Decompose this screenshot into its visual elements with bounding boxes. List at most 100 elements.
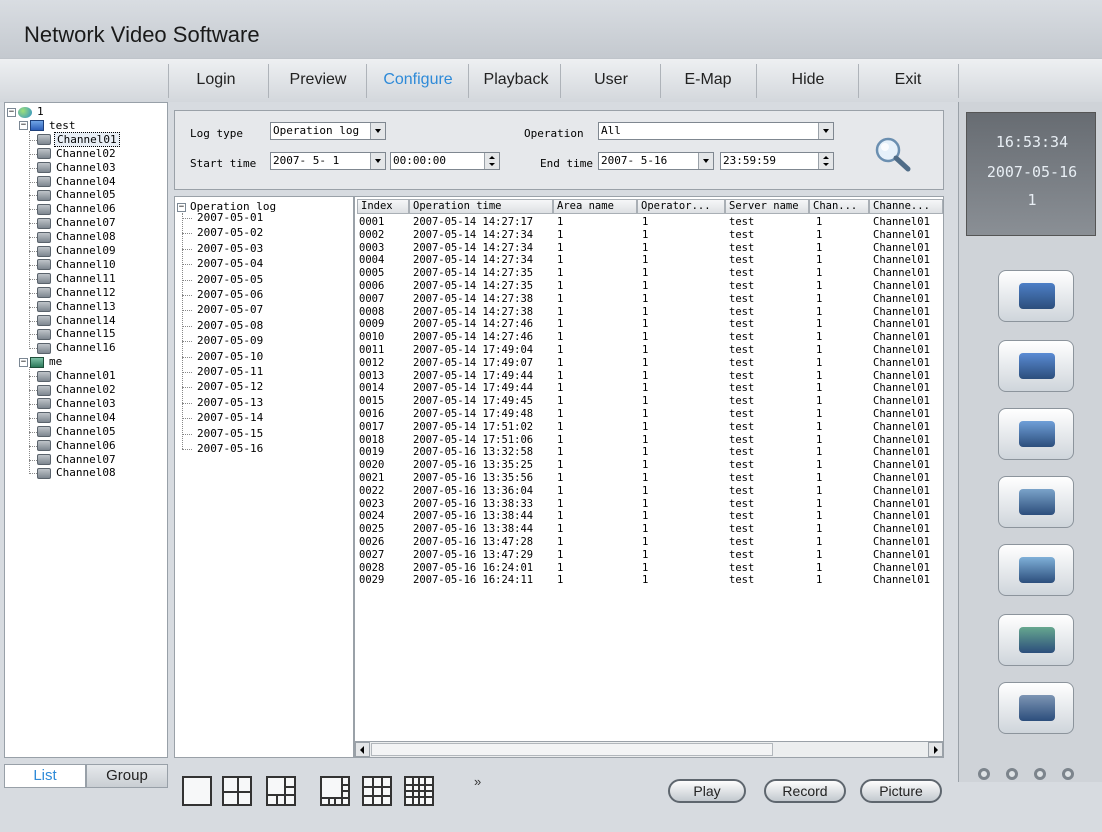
layout-2x2-button[interactable] (222, 776, 252, 806)
tree-channel[interactable]: Channel04 (37, 411, 118, 425)
record-button[interactable]: Record (764, 779, 846, 803)
date-tree-item[interactable]: 2007-05-05 (195, 273, 265, 287)
tree-device-test[interactable]: − test (19, 119, 78, 133)
column-header[interactable]: Operator... (637, 199, 725, 214)
spin-icon[interactable] (818, 153, 833, 169)
log-type-select[interactable]: Operation log (270, 122, 386, 140)
menu-e-map[interactable]: E-Map (660, 58, 756, 102)
tree-channel[interactable]: Channel06 (37, 439, 118, 453)
table-row[interactable]: 0012 2007-05-14 17:49:07 1 1 test 1 Channel01 (355, 357, 943, 369)
table-row[interactable]: 0009 2007-05-14 14:27:46 1 1 test 1 Channel01 (355, 318, 943, 330)
table-row[interactable]: 0005 2007-05-14 14:27:35 1 1 test 1 Channel01 (355, 267, 943, 279)
start-time-field[interactable]: 00:00:00 (390, 152, 500, 170)
date-tree-item[interactable]: 2007-05-07 (195, 303, 265, 317)
tree-channel[interactable]: Channel03 (37, 161, 118, 175)
tree-channel[interactable]: Channel07 (37, 453, 118, 467)
layout-1x1-button[interactable] (182, 776, 212, 806)
menu-hide[interactable]: Hide (762, 58, 854, 102)
layout-1plus7-button[interactable] (320, 776, 350, 806)
tree-channel[interactable]: Channel02 (37, 147, 118, 161)
table-row[interactable]: 0018 2007-05-14 17:51:06 1 1 test 1 Channel01 (355, 434, 943, 446)
date-tree-item[interactable]: 2007-05-12 (195, 380, 265, 394)
tree-root[interactable]: −1 (7, 105, 46, 119)
scroll-thumb[interactable] (371, 743, 773, 756)
more-layouts-button[interactable]: » (474, 774, 481, 789)
tree-channel[interactable]: Channel08 (37, 466, 118, 480)
date-tree-item[interactable]: 2007-05-04 (195, 257, 265, 271)
table-row[interactable]: 0020 2007-05-16 13:35:25 1 1 test 1 Channel01 (355, 459, 943, 471)
column-header[interactable]: Area name (553, 199, 637, 214)
date-tree-item[interactable]: 2007-05-13 (195, 396, 265, 410)
tree-channel[interactable]: Channel03 (37, 397, 118, 411)
table-row[interactable]: 0021 2007-05-16 13:35:56 1 1 test 1 Channel01 (355, 472, 943, 484)
table-row[interactable]: 0014 2007-05-14 17:49:44 1 1 test 1 Channel01 (355, 382, 943, 394)
device-config-button[interactable] (998, 270, 1074, 322)
menu-login[interactable]: Login (168, 58, 264, 102)
table-row[interactable]: 0008 2007-05-14 14:27:38 1 1 test 1 Channel01 (355, 306, 943, 318)
date-tree-item[interactable]: 2007-05-03 (195, 242, 265, 256)
date-tree-item[interactable]: 2007-05-09 (195, 334, 265, 348)
spin-icon[interactable] (484, 153, 499, 169)
end-date-picker[interactable]: 2007- 5-16 (598, 152, 714, 170)
table-row[interactable]: 0011 2007-05-14 17:49:04 1 1 test 1 Channel01 (355, 344, 943, 356)
tree-channel[interactable]: Channel01 (37, 131, 120, 147)
tree-channel[interactable]: Channel11 (37, 272, 118, 286)
table-row[interactable]: 0004 2007-05-14 14:27:34 1 1 test 1 Channel01 (355, 254, 943, 266)
date-tree-item[interactable]: 2007-05-06 (195, 288, 265, 302)
date-tree-item[interactable]: 2007-05-16 (195, 442, 265, 456)
chevron-down-icon[interactable] (370, 123, 385, 139)
tree-device-me[interactable]: − me (19, 355, 64, 369)
chevron-down-icon[interactable] (698, 153, 713, 169)
tab-group[interactable]: Group (86, 764, 168, 788)
page-dot-2[interactable] (1006, 768, 1018, 780)
play-button[interactable]: Play (668, 779, 746, 803)
table-row[interactable]: 0001 2007-05-14 14:27:17 1 1 test 1 Channel01 (355, 216, 943, 228)
table-row[interactable]: 0002 2007-05-14 14:27:34 1 1 test 1 Channel01 (355, 229, 943, 241)
tree-channel[interactable]: Channel14 (37, 314, 118, 328)
tree-channel[interactable]: Channel09 (37, 244, 118, 258)
menu-preview[interactable]: Preview (268, 58, 368, 102)
search-button[interactable] (870, 134, 914, 174)
horizontal-scrollbar[interactable] (354, 741, 944, 758)
column-header[interactable]: Operation time (409, 199, 553, 214)
operation-select[interactable]: All (598, 122, 834, 140)
column-header[interactable]: Index (357, 199, 409, 214)
table-row[interactable]: 0015 2007-05-14 17:49:45 1 1 test 1 Channel01 (355, 395, 943, 407)
column-header[interactable]: Channe... (869, 199, 943, 214)
remote-config-button[interactable] (998, 408, 1074, 460)
tree-channel[interactable]: Channel12 (37, 286, 118, 300)
table-row[interactable]: 0028 2007-05-16 16:24:01 1 1 test 1 Channel01 (355, 562, 943, 574)
chevron-down-icon[interactable] (370, 153, 385, 169)
end-time-field[interactable]: 23:59:59 (720, 152, 834, 170)
date-tree-item[interactable]: 2007-05-01 (195, 211, 265, 225)
table-row[interactable]: 0027 2007-05-16 13:47:29 1 1 test 1 Channel01 (355, 549, 943, 561)
tree-channel[interactable]: Channel15 (37, 327, 118, 341)
tab-list[interactable]: List (4, 764, 86, 788)
date-tree-item[interactable]: 2007-05-11 (195, 365, 265, 379)
table-row[interactable]: 0022 2007-05-16 13:36:04 1 1 test 1 Channel01 (355, 485, 943, 497)
table-row[interactable]: 0010 2007-05-14 14:27:46 1 1 test 1 Channel01 (355, 331, 943, 343)
collapse-icon[interactable]: − (19, 357, 28, 367)
log-search-button[interactable] (998, 544, 1074, 596)
table-row[interactable]: 0017 2007-05-14 17:51:02 1 1 test 1 Channel01 (355, 421, 943, 433)
exit-config-button[interactable] (998, 682, 1074, 734)
layout-3x3-button[interactable] (362, 776, 392, 806)
menu-exit[interactable]: Exit (860, 58, 956, 102)
table-row[interactable]: 0025 2007-05-16 13:38:44 1 1 test 1 Channel01 (355, 523, 943, 535)
tree-channel[interactable]: Channel01 (37, 369, 118, 383)
table-row[interactable]: 0023 2007-05-16 13:38:33 1 1 test 1 Channel01 (355, 498, 943, 510)
tree-channel[interactable]: Channel04 (37, 175, 118, 189)
chevron-down-icon[interactable] (818, 123, 833, 139)
tree-channel[interactable]: Channel05 (37, 425, 118, 439)
tree-channel[interactable]: Channel16 (37, 341, 118, 355)
table-row[interactable]: 0026 2007-05-16 13:47:28 1 1 test 1 Channel01 (355, 536, 943, 548)
table-row[interactable]: 0007 2007-05-14 14:27:38 1 1 test 1 Channel01 (355, 293, 943, 305)
menu-configure[interactable]: Configure (370, 58, 466, 102)
card-config-button[interactable] (998, 614, 1074, 666)
table-row[interactable]: 0016 2007-05-14 17:49:48 1 1 test 1 Channel01 (355, 408, 943, 420)
collapse-icon[interactable]: − (177, 202, 186, 212)
date-tree-item[interactable]: 2007-05-10 (195, 350, 265, 364)
page-dot-1[interactable] (978, 768, 990, 780)
scroll-right-icon[interactable] (928, 742, 943, 757)
tree-channel[interactable]: Channel08 (37, 230, 118, 244)
